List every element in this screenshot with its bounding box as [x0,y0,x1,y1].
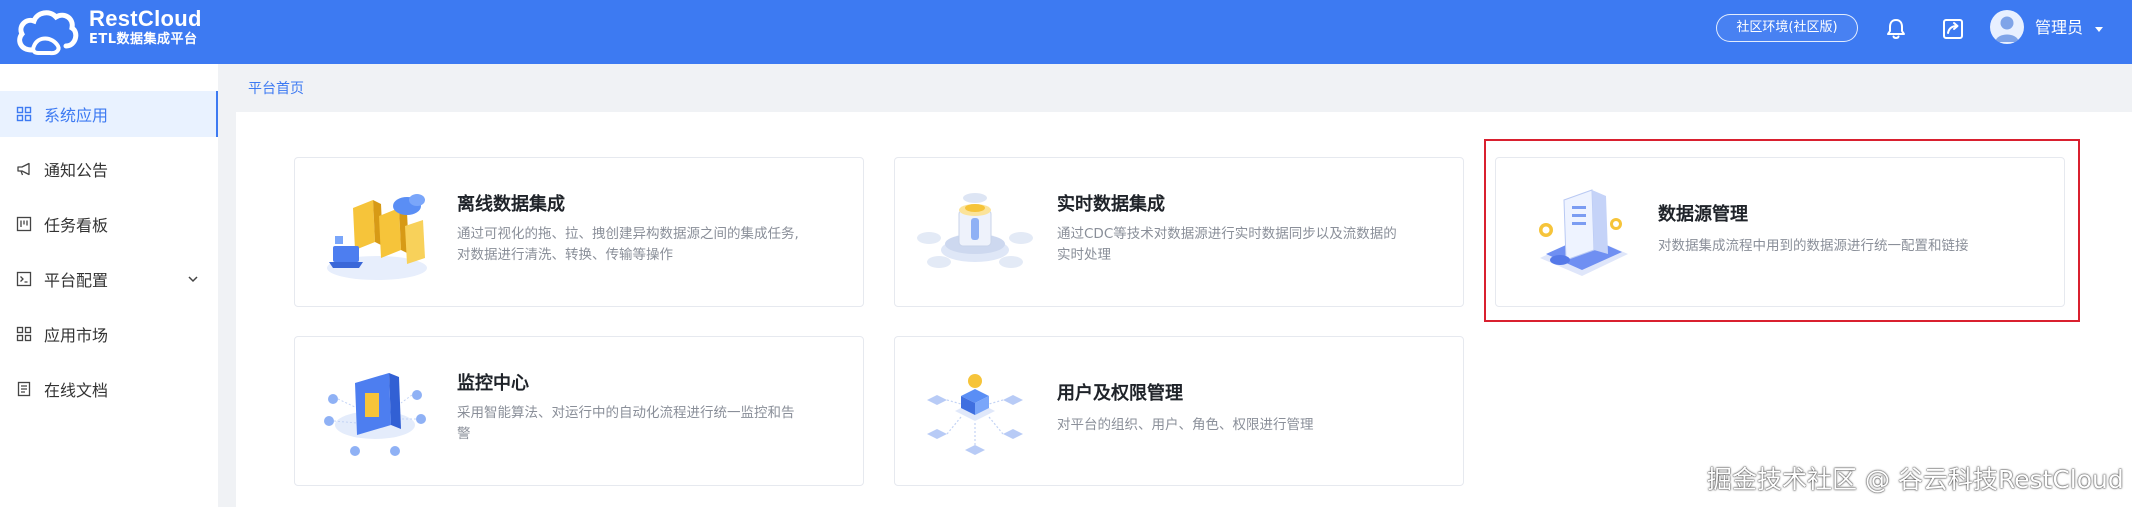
sidebar: 系统应用 通知公告 任务看板 平台配置 应用市场 在线文档 [0,64,218,507]
etl-illustration-icon [327,194,427,280]
sidebar-item-app-market[interactable]: 应用市场 [0,311,218,357]
watermark: 掘金技术社区 @ 谷云科技RestCloud [1707,465,2124,494]
terminal-icon [16,271,32,287]
kanban-icon [16,216,32,232]
top-header: RestCloud ETL数据集成平台 社区环境(社区版) 管理员 [0,0,2132,64]
user-avatar-icon [1995,16,2019,42]
brand-subtitle: ETL数据集成平台 [89,32,198,47]
sidebar-item-label: 在线文档 [44,381,109,400]
card-title: 用户及权限管理 [1057,383,1183,404]
card-description: 通过CDC等技术对数据源进行实时数据同步以及流数据的实时处理 [1057,226,1397,263]
sidebar-item-label: 任务看板 [44,216,109,235]
megaphone-icon [17,162,30,176]
brand-name: RestCloud [89,6,202,31]
card-description: 采用智能算法、对运行中的自动化流程进行统一监控和告警 [457,405,795,442]
sidebar-item-label: 系统应用 [44,106,109,125]
sidebar-item-label: 通知公告 [44,161,109,180]
card-title: 监控中心 [457,373,529,394]
cloud-logo-icon [17,10,79,56]
grid-icon [16,106,32,122]
chevron-down-icon[interactable] [186,272,200,286]
card-title: 实时数据集成 [1057,194,1165,215]
share-icon[interactable] [1940,16,1966,42]
grid-icon [16,326,32,342]
sidebar-item-online-docs[interactable]: 在线文档 [0,366,218,412]
environment-badge[interactable]: 社区环境(社区版) [1716,14,1858,42]
card-user-permission-management[interactable]: 用户及权限管理 对平台的组织、用户、角色、权限进行管理 [894,336,1464,486]
card-realtime-integration[interactable]: 实时数据集成 通过CDC等技术对数据源进行实时数据同步以及流数据的实时处理 [894,157,1464,307]
sidebar-item-system-apps[interactable]: 系统应用 [0,91,218,137]
sidebar-item-platform-config[interactable]: 平台配置 [0,256,218,302]
card-description: 通过可视化的拖、拉、拽创建异构数据源之间的集成任务,对数据进行清洗、转换、传输等… [457,226,799,263]
sidebar-item-label: 应用市场 [44,326,109,345]
bell-icon[interactable] [1883,16,1909,42]
monitor-illustration-icon [324,373,426,456]
sidebar-item-task-board[interactable]: 任务看板 [0,201,218,247]
sidebar-item-announcements[interactable]: 通知公告 [0,146,218,192]
document-icon [17,381,31,397]
card-description: 对平台的组织、用户、角色、权限进行管理 [1057,417,1314,433]
brand: RestCloud ETL数据集成平台 [89,6,202,48]
caret-down-icon[interactable] [2092,22,2106,36]
users-permissions-illustration-icon [927,374,1023,455]
breadcrumb[interactable]: 平台首页 [248,78,304,98]
sidebar-item-label: 平台配置 [44,271,109,290]
highlight-box [1484,139,2080,322]
realtime-illustration-icon [917,193,1033,268]
card-title: 离线数据集成 [457,194,565,215]
card-monitor-center[interactable]: 监控中心 采用智能算法、对运行中的自动化流程进行统一监控和告警 [294,336,864,486]
card-offline-integration[interactable]: 离线数据集成 通过可视化的拖、拉、拽创建异构数据源之间的集成任务,对数据进行清洗… [294,157,864,307]
user-name[interactable]: 管理员 [2035,18,2083,38]
avatar[interactable] [1990,10,2024,44]
